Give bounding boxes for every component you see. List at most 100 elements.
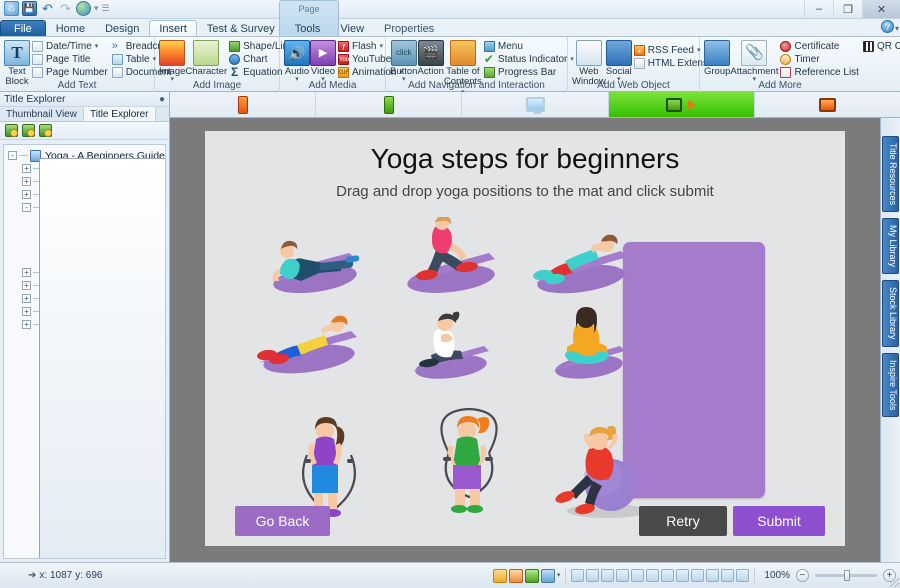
tab-view[interactable]: View	[330, 20, 374, 36]
tab-inspire-tools[interactable]: Inspire Tools	[882, 353, 899, 417]
send-back-icon[interactable]	[721, 569, 734, 582]
tab-test-survey[interactable]: Test & Survey	[197, 20, 285, 36]
tab-file[interactable]: File	[0, 20, 46, 36]
bring-front-icon[interactable]	[706, 569, 719, 582]
redo-icon[interactable]: ↷	[58, 1, 73, 16]
expander-icon[interactable]: +	[22, 281, 31, 290]
expander-icon[interactable]: +	[22, 190, 31, 199]
qat-overflow-icon[interactable]: ☰	[102, 3, 110, 14]
align-center-icon[interactable]	[586, 569, 599, 582]
button-button[interactable]: click Button ▾	[390, 39, 417, 83]
zoom-out-button[interactable]: −	[796, 569, 809, 582]
undo-icon[interactable]: ↶	[40, 1, 55, 16]
tab-tools[interactable]: Tools	[285, 20, 331, 36]
preview-browser-icon[interactable]	[541, 569, 555, 583]
retry-button[interactable]: Retry	[639, 506, 727, 536]
recover-icon[interactable]: ♺	[4, 1, 19, 16]
play-arrow-icon[interactable]	[688, 100, 696, 110]
align-left-icon[interactable]	[571, 569, 584, 582]
align-top-icon[interactable]	[616, 569, 629, 582]
pose-jump-rope-green[interactable]	[427, 401, 513, 521]
zoom-slider[interactable]	[815, 574, 877, 577]
chevron-down-icon[interactable]: ▾	[379, 44, 383, 50]
timer-button[interactable]: Timer	[778, 53, 860, 66]
social-button[interactable]: Social ▾	[606, 39, 632, 83]
page-number-button[interactable]: Page Number	[30, 66, 110, 79]
page-title-button[interactable]: Page Title	[30, 53, 110, 66]
device-phone-portrait-green[interactable]	[316, 92, 462, 117]
tab-my-library[interactable]: My Library	[882, 218, 899, 274]
chevron-down-icon[interactable]: ▾	[557, 573, 561, 579]
preview-chapter-icon[interactable]	[509, 569, 523, 583]
expander-icon[interactable]: +	[22, 320, 31, 329]
chevron-down-icon[interactable]: ▾	[95, 44, 99, 50]
tab-stock-library[interactable]: Stock Library	[882, 280, 899, 347]
tab-home[interactable]: Home	[46, 20, 95, 36]
character-button[interactable]: Character	[185, 39, 227, 77]
group-align-icon[interactable]	[736, 569, 749, 582]
pose-sit-up[interactable]	[525, 231, 637, 297]
title-explorer-tree[interactable]: - Yoga - A Beginners Guide + Introductio…	[3, 144, 166, 559]
resize-grip[interactable]	[890, 578, 899, 587]
page-canvas[interactable]: Yoga steps for beginners Drag and drop y…	[205, 131, 845, 546]
device-desktop-monitor[interactable]	[462, 92, 608, 117]
expander-icon[interactable]: -	[8, 151, 17, 160]
date-time-button[interactable]: Date/Time ▾	[30, 40, 110, 53]
collapse-all-icon[interactable]	[22, 124, 35, 137]
image-button[interactable]: Image ▾	[159, 39, 185, 83]
audio-button[interactable]: 🔊 Audio ▾	[284, 39, 310, 83]
tab-properties[interactable]: Properties	[374, 20, 444, 36]
expander-icon[interactable]: +	[22, 268, 31, 277]
align-right-icon[interactable]	[601, 569, 614, 582]
device-tablet-green-selected[interactable]	[609, 92, 755, 117]
ribbon-collapse-icon[interactable]: ▾	[895, 24, 899, 33]
tab-design[interactable]: Design	[95, 20, 149, 36]
preview-page-icon[interactable]	[493, 569, 507, 583]
tree-item-know-your-limits[interactable]: Know Your Limits	[4, 253, 165, 266]
distribute-vertical-icon[interactable]	[676, 569, 689, 582]
expander-icon[interactable]: +	[22, 164, 31, 173]
preview-title-icon[interactable]	[525, 569, 539, 583]
same-size-icon[interactable]	[691, 569, 704, 582]
expander-icon[interactable]: +	[22, 294, 31, 303]
submit-button[interactable]: Submit	[733, 506, 825, 536]
group-button[interactable]: Group	[704, 39, 730, 77]
go-back-button[interactable]: Go Back	[235, 506, 330, 536]
device-tablet-orange[interactable]	[755, 92, 900, 117]
pose-reclining[interactable]	[251, 313, 365, 379]
tab-insert[interactable]: Insert	[149, 20, 197, 36]
align-bottom-icon[interactable]	[646, 569, 659, 582]
distribute-horizontal-icon[interactable]	[661, 569, 674, 582]
pin-icon[interactable]: ●	[159, 94, 165, 105]
align-middle-icon[interactable]	[631, 569, 644, 582]
tab-thumbnail-view[interactable]: Thumbnail View	[0, 107, 84, 121]
expander-icon[interactable]: +	[22, 307, 31, 316]
pose-upward-dog[interactable]	[253, 235, 363, 297]
device-phone-portrait-orange[interactable]	[170, 92, 316, 117]
minimize-button[interactable]: –	[804, 0, 833, 18]
status-indicator-button[interactable]: ✔ Status Indicator ▾	[482, 53, 576, 66]
pose-seated-meditation[interactable]	[545, 297, 633, 383]
menu-button[interactable]: Menu	[482, 40, 576, 53]
video-button[interactable]: ▶ Video ▾	[310, 39, 336, 83]
tab-title-explorer[interactable]: Title Explorer	[84, 107, 156, 121]
expand-all-icon[interactable]	[5, 124, 18, 137]
action-button[interactable]: 🎬 Action	[417, 39, 443, 77]
qat-caret-icon[interactable]: ▾	[94, 3, 99, 14]
attachment-button[interactable]: 📎 Attachment ▾	[730, 39, 778, 83]
save-icon[interactable]: 💾	[22, 1, 37, 16]
lock-icon[interactable]	[39, 124, 52, 137]
zoom-slider-thumb[interactable]	[844, 570, 850, 581]
pose-prayer-kneel[interactable]	[405, 301, 497, 383]
reference-list-button[interactable]: Reference List	[778, 66, 860, 79]
certificate-button[interactable]: Certificate	[778, 40, 860, 53]
expander-icon[interactable]: -	[22, 203, 31, 212]
progress-bar-button[interactable]: Progress Bar	[482, 66, 576, 79]
expander-icon[interactable]: +	[22, 177, 31, 186]
maximize-button[interactable]: ❐	[833, 0, 862, 18]
qr-code-button[interactable]: QR Code	[861, 40, 900, 53]
publish-globe-icon[interactable]	[76, 1, 91, 16]
pose-low-lunge[interactable]	[395, 217, 503, 297]
canvas-workspace[interactable]: Yoga steps for beginners Drag and drop y…	[170, 118, 880, 562]
close-button[interactable]: ✕	[862, 0, 900, 18]
